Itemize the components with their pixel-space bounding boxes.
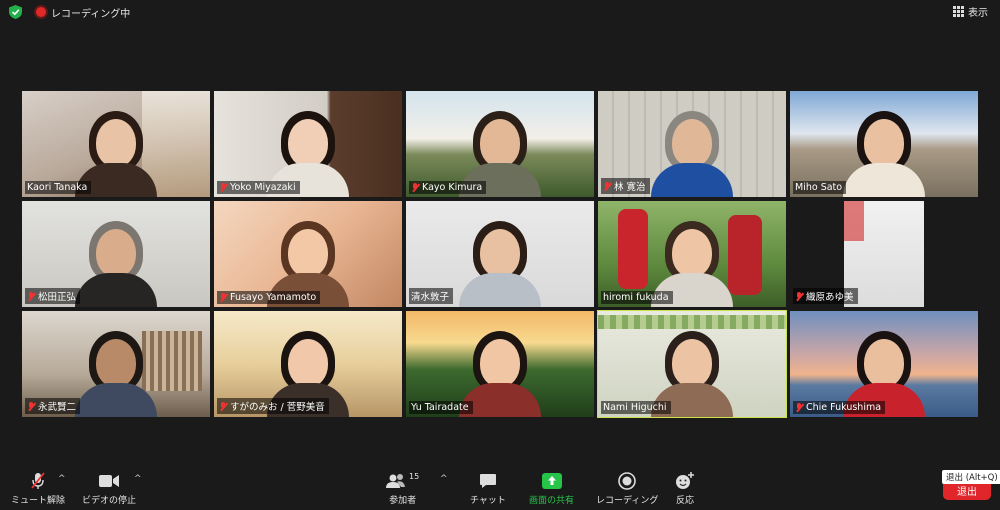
participant-name-tag: Kayo Kimura	[409, 181, 487, 194]
share-screen-label: 画面の共有	[529, 496, 575, 506]
red-object	[844, 201, 864, 241]
audio-options-caret-icon[interactable]: ^	[58, 474, 66, 484]
participant-name-tag: 織原あゆ美	[793, 288, 858, 304]
video-tile[interactable]: Yu Tairadate	[406, 311, 594, 417]
record-label: レコーディング	[596, 496, 659, 506]
muted-mic-icon	[27, 291, 35, 301]
gallery-grid-icon	[953, 6, 964, 17]
video-tile[interactable]: hiromi fukuda	[598, 201, 786, 307]
unmute-label: ミュート解除	[11, 496, 66, 506]
participants-button[interactable]: 15 参加者	[386, 472, 419, 506]
video-camera-icon	[99, 475, 119, 487]
costume-figure	[618, 209, 648, 289]
video-tile[interactable]: Fusayo Yamamoto	[214, 201, 402, 307]
leave-shortcut-tooltip: 退出 (Alt+Q)	[942, 470, 1000, 484]
participant-name-tag: Fusayo Yamamoto	[217, 291, 321, 304]
muted-mic-icon	[27, 401, 35, 411]
participant-video	[459, 215, 541, 307]
reactions-button[interactable]: 反応	[675, 472, 695, 506]
stop-video-label: ビデオの停止	[82, 496, 137, 506]
participant-name-tag: Kaori Tanaka	[25, 181, 92, 194]
muted-mic-icon	[795, 291, 803, 301]
participants-count: 15	[409, 472, 420, 481]
recording-indicator-icon	[36, 7, 46, 17]
view-button[interactable]: 表示	[953, 4, 988, 19]
chat-button[interactable]: チャット	[470, 472, 506, 506]
unmute-button[interactable]: ミュート解除	[11, 472, 65, 506]
muted-mic-icon	[795, 403, 803, 412]
participant-name-tag: 清水敦子	[409, 288, 454, 304]
video-tile[interactable]: 永武賢二	[22, 311, 210, 417]
record-icon	[618, 472, 636, 490]
security-shield-icon[interactable]	[9, 5, 22, 19]
video-tile[interactable]: 清水敦子	[406, 201, 594, 307]
meeting-top-bar: レコーディング中 表示	[0, 0, 1000, 24]
video-tile[interactable]: 松田正弘	[22, 201, 210, 307]
recording-status-label: レコーディング中	[51, 9, 131, 20]
participant-name-tag: hiromi fukuda	[601, 291, 673, 304]
video-tile[interactable]: Chie Fukushima	[790, 311, 978, 417]
emoji-plus-icon	[676, 472, 694, 489]
video-tile[interactable]: Yoko Miyazaki	[214, 91, 402, 197]
view-button-label: 表示	[968, 8, 988, 19]
participant-name-tag: Miho Sato	[793, 181, 847, 194]
video-tile[interactable]: Miho Sato	[790, 91, 978, 197]
reactions-label: 反応	[675, 496, 694, 506]
muted-mic-icon	[219, 183, 227, 192]
participant-name-tag: すがのみお / 菅野美音	[217, 398, 329, 414]
participant-video	[651, 105, 733, 197]
participant-name-tag: 永武賢二	[25, 398, 81, 414]
video-tile[interactable]: Kaori Tanaka	[22, 91, 210, 197]
record-button[interactable]: レコーディング	[596, 472, 658, 506]
stop-video-button[interactable]: ビデオの停止	[82, 472, 136, 506]
participant-video	[843, 105, 925, 197]
chat-bubble-icon	[479, 474, 496, 488]
video-tile[interactable]: 林 寛治	[598, 91, 786, 197]
costume-figure	[728, 215, 762, 295]
participant-video	[75, 215, 157, 307]
share-screen-button[interactable]: 画面の共有	[529, 472, 574, 506]
muted-mic-icon	[603, 181, 611, 191]
video-options-caret-icon[interactable]: ^	[134, 474, 142, 484]
share-screen-icon	[541, 473, 562, 489]
leave-label: 退出	[957, 487, 977, 498]
participant-video	[75, 325, 157, 417]
muted-mic-icon	[31, 472, 45, 489]
participants-icon	[386, 474, 405, 488]
muted-mic-icon	[219, 401, 227, 411]
active-speaker-tile[interactable]: Nami Higuchi	[597, 310, 787, 418]
video-tile[interactable]: すがのみお / 菅野美音	[214, 311, 402, 417]
video-tile[interactable]: Kayo Kimura	[406, 91, 594, 197]
muted-mic-icon	[219, 293, 227, 302]
video-tile[interactable]: 織原あゆ美	[790, 201, 978, 307]
muted-mic-icon	[411, 183, 419, 192]
meeting-toolbar: ミュート解除 ^ ビデオの停止 ^ 15 参加者 ^ チャット 画面の共有 レコ…	[0, 466, 1000, 510]
participant-name-tag: 松田正弘	[25, 288, 81, 304]
participant-name-tag: Yoko Miyazaki	[217, 181, 300, 194]
chat-label: チャット	[470, 496, 506, 506]
participants-options-caret-icon[interactable]: ^	[440, 474, 448, 484]
participant-name-tag: Yu Tairadate	[409, 401, 473, 414]
participant-name-tag: 林 寛治	[601, 178, 650, 194]
participants-label: 参加者	[389, 496, 417, 506]
participant-name-tag: Nami Higuchi	[601, 401, 671, 414]
participant-name-tag: Chie Fukushima	[793, 401, 886, 414]
